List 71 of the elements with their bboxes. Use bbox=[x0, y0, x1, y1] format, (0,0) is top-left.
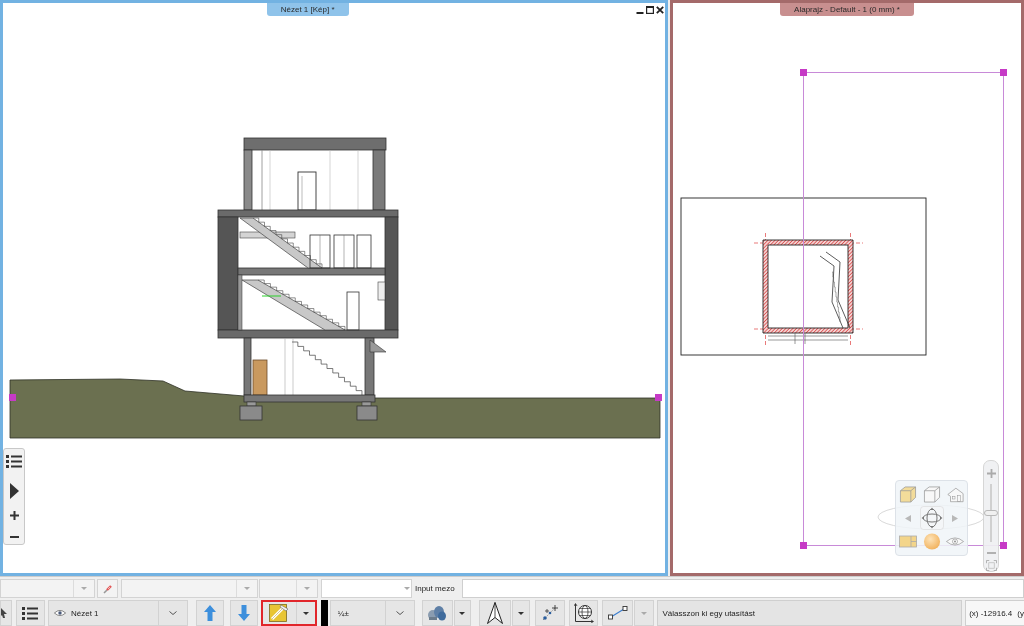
cube-icon[interactable] bbox=[899, 485, 917, 503]
dropdown-field[interactable] bbox=[0, 579, 95, 598]
line-endpoints-icon bbox=[607, 606, 628, 620]
list-icon[interactable] bbox=[6, 455, 22, 468]
north-arrow-icon bbox=[486, 602, 503, 624]
cube-icon[interactable] bbox=[922, 485, 941, 503]
eraser-button[interactable] bbox=[97, 579, 118, 598]
zoom-in-icon[interactable] bbox=[986, 469, 996, 478]
eye-icon bbox=[53, 610, 66, 616]
grip-handle[interactable] bbox=[1000, 69, 1007, 76]
toolbar-button[interactable] bbox=[0, 600, 12, 626]
caret-icon bbox=[459, 611, 466, 615]
play-icon[interactable] bbox=[9, 483, 19, 499]
grip-handle[interactable] bbox=[1000, 542, 1007, 549]
snap-points-icon bbox=[540, 604, 559, 622]
down-arrow-icon bbox=[237, 605, 250, 621]
cursor-icon bbox=[1, 608, 7, 618]
right-arrow-icon[interactable] bbox=[952, 514, 958, 522]
zoom-slider[interactable] bbox=[984, 484, 998, 542]
dropdown-button[interactable] bbox=[453, 600, 471, 626]
objects-button[interactable] bbox=[421, 600, 453, 626]
list-button[interactable] bbox=[16, 600, 45, 626]
close-icon[interactable] bbox=[656, 6, 664, 14]
grip-handle[interactable] bbox=[800, 69, 807, 76]
house-icon[interactable] bbox=[946, 485, 964, 503]
square-pencil-icon bbox=[269, 604, 290, 622]
globe-button[interactable] bbox=[568, 600, 599, 626]
input-field[interactable] bbox=[462, 579, 1024, 598]
line-swatch-icon bbox=[320, 600, 328, 626]
caret-icon bbox=[517, 611, 524, 615]
north-arrow-button[interactable] bbox=[478, 600, 511, 626]
maximize-icon[interactable] bbox=[646, 6, 654, 14]
coordinate-text: (x) -12916.4 bbox=[969, 608, 1013, 618]
caret-icon bbox=[403, 587, 410, 590]
move-up-button[interactable] bbox=[195, 600, 224, 626]
chevron-icon bbox=[395, 611, 404, 615]
orbit-icon[interactable] bbox=[919, 506, 944, 530]
grip-handle[interactable] bbox=[800, 542, 807, 549]
view-tab[interactable]: Alaprajz - Default - 1 (0 mm) * bbox=[780, 3, 914, 16]
floor-plan-icon[interactable] bbox=[899, 532, 917, 550]
up-arrow-icon bbox=[203, 605, 216, 621]
plus-icon[interactable] bbox=[9, 511, 19, 520]
dropdown-field[interactable] bbox=[121, 579, 258, 598]
dropdown-field[interactable] bbox=[259, 579, 318, 598]
view-dropdown[interactable]: Nézet 1 bbox=[47, 600, 188, 626]
coordinate-text: (y bbox=[1017, 608, 1024, 618]
edit-tool-button[interactable] bbox=[260, 600, 317, 626]
grip-handle[interactable] bbox=[655, 394, 662, 401]
grip-handle[interactable] bbox=[9, 394, 16, 401]
caret-icon bbox=[244, 587, 250, 590]
globe-axes-icon bbox=[573, 603, 594, 623]
shapes-icon bbox=[427, 605, 448, 621]
caret-icon bbox=[641, 611, 648, 615]
line-tool-button[interactable] bbox=[602, 600, 634, 626]
chevron-icon bbox=[168, 611, 177, 615]
caret-icon bbox=[81, 587, 87, 590]
fit-view-icon[interactable] bbox=[985, 560, 997, 571]
list-icon bbox=[22, 606, 39, 620]
move-down-button[interactable] bbox=[229, 600, 258, 626]
caret-icon bbox=[304, 587, 310, 590]
pen-dropdown[interactable]: ¼± bbox=[329, 600, 415, 626]
eraser-icon bbox=[102, 583, 113, 594]
caret-icon bbox=[302, 611, 309, 615]
sphere-icon[interactable] bbox=[922, 532, 941, 550]
left-arrow-icon[interactable] bbox=[905, 514, 911, 522]
status-message: Válasszon ki egy utasítást bbox=[657, 600, 963, 626]
dropdown-field[interactable] bbox=[321, 579, 412, 598]
input-label: Input mezo bbox=[415, 583, 456, 595]
view-tab[interactable]: Nézet 1 [Kép] * bbox=[266, 3, 349, 16]
minus-icon[interactable] bbox=[9, 536, 19, 538]
slider-thumb[interactable] bbox=[984, 510, 998, 516]
